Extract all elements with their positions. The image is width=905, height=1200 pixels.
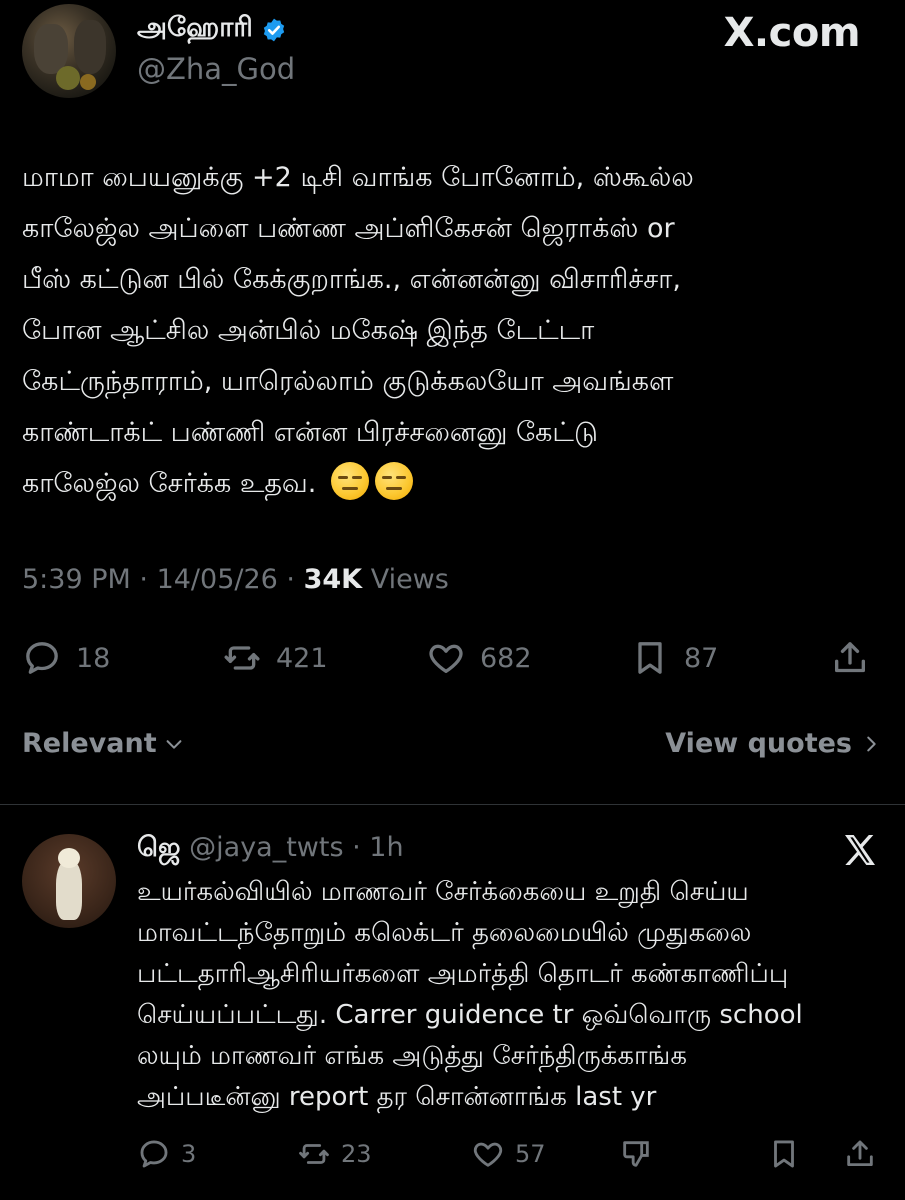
tweet-line-text: காலேஜ்ல சேர்க்க உதவ. bbox=[22, 468, 317, 499]
reply-reply-button[interactable]: 3 bbox=[137, 1134, 196, 1174]
share-button[interactable] bbox=[830, 636, 870, 680]
reply-line: அப்படீன்னு report தர சொன்னாங்க last yr bbox=[137, 1082, 657, 1112]
reply-share-button[interactable] bbox=[843, 1134, 877, 1174]
repost-icon bbox=[224, 646, 260, 670]
section-divider bbox=[0, 804, 905, 805]
verified-badge-icon bbox=[263, 18, 284, 41]
reply-line: பட்டதாரிஆசிரியர்களை அமர்த்தி தொடர் கண்கா… bbox=[137, 959, 789, 989]
reply-count: 18 bbox=[76, 642, 111, 674]
x-logo-icon bbox=[845, 835, 875, 865]
bookmark-button[interactable]: 87 bbox=[630, 636, 718, 680]
chevron-down-icon bbox=[166, 739, 182, 749]
avatar-detail bbox=[56, 66, 80, 90]
reply-dislike-button[interactable] bbox=[619, 1134, 653, 1174]
reply-line: மாவட்டந்தோறும் கலெக்டர் தலைமையில் முதுகல… bbox=[137, 918, 752, 948]
avatar-figure-right bbox=[74, 20, 106, 74]
reply-action-bar: 3 23 57 bbox=[137, 1134, 887, 1174]
avatar-figure bbox=[56, 860, 82, 920]
reply-line: செய்யப்பட்டது. Carrer guidence tr ஒவ்வொர… bbox=[137, 1000, 803, 1030]
share-icon bbox=[847, 1140, 873, 1167]
like-count: 682 bbox=[480, 642, 532, 674]
author-handle[interactable]: @Zha_God bbox=[137, 52, 295, 86]
tweet-line: பீஸ் கட்டுன பில் கேக்குறாங்க., என்னன்னு … bbox=[22, 264, 681, 295]
reply-time[interactable]: 1h bbox=[369, 832, 403, 863]
meta-separator: · bbox=[343, 832, 370, 863]
reply-button[interactable]: 18 bbox=[22, 636, 110, 680]
tweet-time[interactable]: 5:39 PM bbox=[22, 564, 131, 595]
repost-count: 421 bbox=[276, 642, 328, 674]
meta-separator: · bbox=[286, 564, 304, 595]
bookmark-icon bbox=[638, 642, 662, 674]
reply-like-button[interactable]: 57 bbox=[471, 1134, 546, 1174]
avatar-detail bbox=[80, 74, 96, 90]
reply-repost-count: 23 bbox=[341, 1140, 372, 1168]
tweet-meta: 5:39 PM · 14/05/26 · 34K Views bbox=[22, 564, 449, 595]
reply-display-name[interactable]: ஜெ bbox=[137, 832, 181, 863]
tweet-line-last: காலேஜ்ல சேர்க்க உதவ. bbox=[22, 458, 882, 509]
sort-relevant-button[interactable]: Relevant bbox=[22, 728, 185, 759]
reply-line: லயும் மாணவர் எங்க அடுத்து சேர்ந்திருக்கா… bbox=[137, 1041, 687, 1071]
reply-handle[interactable]: @jaya_twts bbox=[189, 832, 343, 863]
meta-separator: · bbox=[139, 564, 157, 595]
sort-relevant-label: Relevant bbox=[22, 728, 157, 759]
expressionless-emoji-icon bbox=[330, 462, 369, 500]
reply-repost-button[interactable]: 23 bbox=[297, 1134, 372, 1174]
reply-like-count: 57 bbox=[515, 1140, 546, 1168]
views-label: Views bbox=[370, 564, 449, 595]
chevron-right-icon bbox=[867, 736, 876, 751]
author-name-row[interactable]: அஹோரி bbox=[137, 12, 287, 47]
tweet-line: காண்டாக்ட் பண்ணி என்ன பிரச்சனைனு கேட்டு bbox=[22, 417, 599, 448]
brand-watermark: X.com bbox=[723, 10, 861, 56]
tweet-line: போன ஆட்சில அன்பில் மகேஷ் இந்த டேட்டா bbox=[22, 315, 595, 346]
reply-line: உயர்கல்வியில் மாணவர் சேர்க்கையை உறுதி செ… bbox=[137, 877, 749, 907]
reply-text: உயர்கல்வியில் மாணவர் சேர்க்கையை உறுதி செ… bbox=[137, 872, 887, 1118]
view-quotes-label: View quotes bbox=[665, 728, 852, 759]
repost-button[interactable]: 421 bbox=[222, 636, 328, 680]
views-count[interactable]: 34K bbox=[304, 564, 363, 595]
reply-bookmark-button[interactable] bbox=[767, 1134, 801, 1174]
bookmark-count: 87 bbox=[684, 642, 719, 674]
view-quotes-link[interactable]: View quotes bbox=[665, 728, 882, 759]
reply-icon bbox=[26, 642, 58, 674]
avatar-figure-head bbox=[58, 848, 80, 868]
share-icon bbox=[835, 642, 865, 673]
dislike-icon bbox=[623, 1141, 649, 1167]
author-avatar[interactable] bbox=[22, 4, 116, 98]
tweet-date[interactable]: 14/05/26 bbox=[157, 564, 278, 595]
like-button[interactable]: 682 bbox=[426, 636, 532, 680]
tweet-line: மாமா பையனுக்கு +2 டிசி வாங்க போனோம், ஸ்க… bbox=[22, 162, 694, 193]
reply-icon bbox=[140, 1140, 168, 1168]
reply-reply-count: 3 bbox=[181, 1140, 197, 1168]
tweet-line: காலேஜ்ல அப்ளை பண்ண அப்ளிகேசன் ஜெராக்ஸ் o… bbox=[22, 213, 675, 244]
tweet-action-bar: 18 421 682 87 bbox=[22, 636, 882, 680]
reply-avatar[interactable] bbox=[22, 834, 116, 928]
expressionless-emoji-icon bbox=[374, 462, 413, 500]
bookmark-icon bbox=[774, 1140, 794, 1168]
author-display-name[interactable]: அஹோரி bbox=[137, 12, 253, 47]
tweet-line: கேட்ருந்தாராம், யாரெல்லாம் குடுக்கலயோ அவ… bbox=[22, 366, 674, 397]
like-icon bbox=[473, 1142, 503, 1167]
reply-header: ஜெ @jaya_twts · 1h bbox=[137, 832, 404, 867]
reply-sort-row: Relevant View quotes bbox=[22, 728, 882, 772]
tweet-text: மாமா பையனுக்கு +2 டிசி வாங்க போனோம், ஸ்க… bbox=[22, 152, 882, 509]
like-icon bbox=[429, 644, 463, 673]
repost-icon bbox=[299, 1144, 329, 1164]
